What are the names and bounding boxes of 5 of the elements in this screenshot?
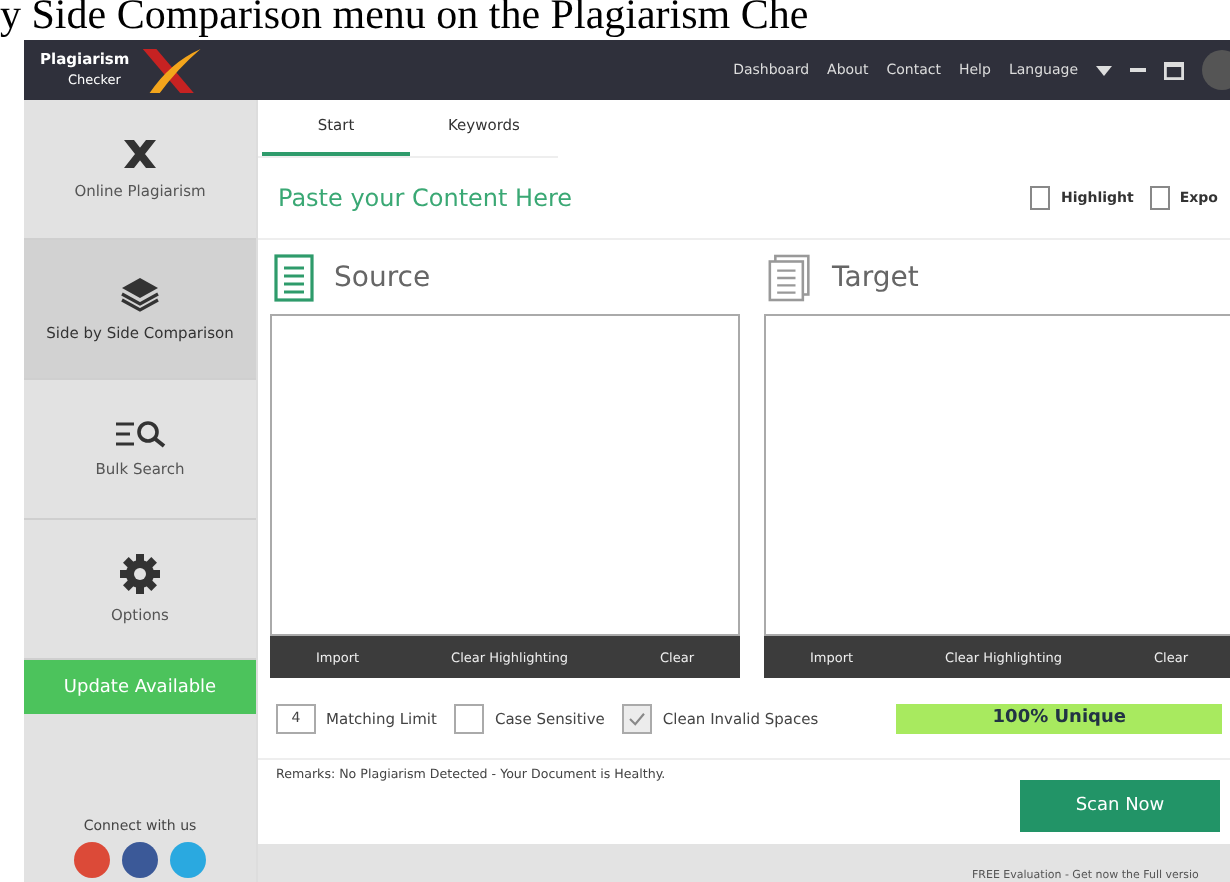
scan-button[interactable]: Scan Now <box>1020 780 1220 832</box>
panel-title: Source <box>334 261 431 293</box>
heading: Paste your Content Here <box>278 184 572 212</box>
result-bar: 100% Unique <box>896 703 1223 733</box>
panel-title: Target <box>832 261 919 293</box>
